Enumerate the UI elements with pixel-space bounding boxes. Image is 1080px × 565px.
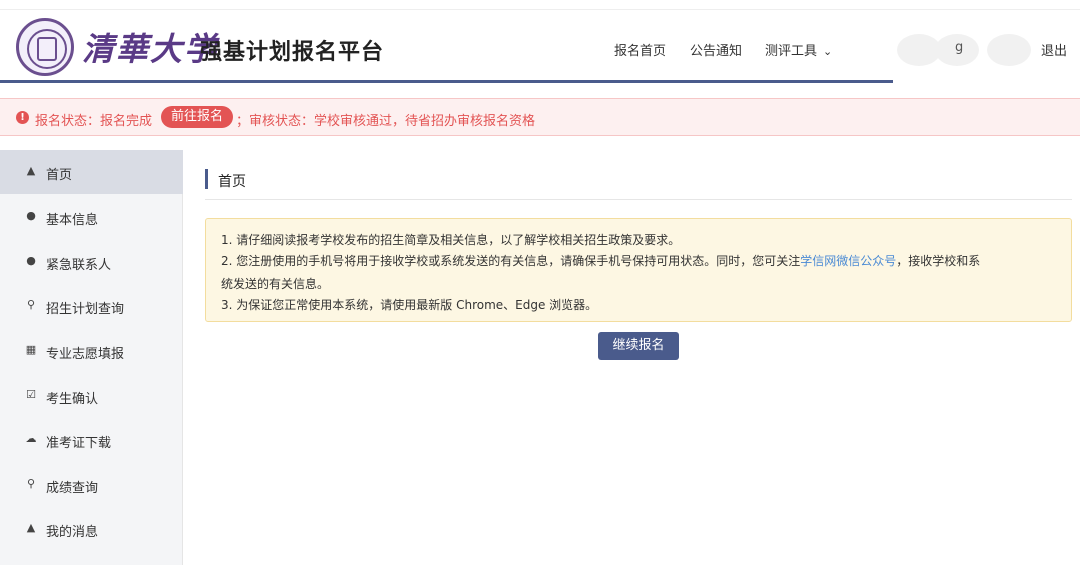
review-status: ；审核状态：学校审核通过，待省招办审核报名资格 xyxy=(236,114,536,129)
nav-notice[interactable]: 公告通知 xyxy=(690,40,742,59)
notice-line-4: 3. 为保证您正常使用本系统，请使用最新版 Chrome、Edge 浏览器。 xyxy=(221,298,598,312)
user-info-redacted xyxy=(895,28,1035,72)
sidebar-item-basic-info[interactable]: ● 基本信息 xyxy=(0,195,183,239)
logout-link[interactable]: 退出 xyxy=(1041,40,1067,59)
header-divider xyxy=(0,80,893,83)
university-name: 清華大学 xyxy=(82,30,219,68)
nav-tools-label: 测评工具 xyxy=(765,44,818,59)
cloud-download-icon: ☁ xyxy=(25,432,37,445)
sidebar-item-major-preference[interactable]: ▦ 专业志愿填报 xyxy=(0,329,183,373)
sidebar-item-label: 成绩查询 xyxy=(46,481,99,496)
section-accent xyxy=(205,169,208,189)
form-icon: ▦ xyxy=(25,343,37,356)
page-title: 首页 xyxy=(218,174,246,190)
sidebar-item-my-messages[interactable]: ▲ 我的消息 xyxy=(0,507,183,551)
redaction-blob xyxy=(987,34,1031,66)
sidebar-item-home[interactable]: ▲ 首页 xyxy=(0,150,183,194)
notice-line-3: 统发送的有关信息。 xyxy=(221,277,330,291)
check-icon: ☑ xyxy=(26,388,36,401)
sidebar-item-score-query[interactable]: ⚲ 成绩查询 xyxy=(0,463,183,507)
go-register-button[interactable]: 前往报名 xyxy=(161,106,234,128)
sidebar-item-label: 专业志愿填报 xyxy=(46,347,125,362)
header: 清華大学 强基计划报名平台 报名首页 公告通知 测评工具 ⌄ g 退出 xyxy=(0,0,1080,84)
sidebar-item-label: 准考证下载 xyxy=(46,436,112,451)
platform-title: 强基计划报名平台 xyxy=(200,40,385,65)
sidebar-item-admission-ticket[interactable]: ☁ 准考证下载 xyxy=(0,418,183,462)
chevron-down-icon: ⌄ xyxy=(823,45,833,58)
user-icon: ● xyxy=(26,254,36,267)
registration-status: 报名状态：报名完成 xyxy=(35,114,153,129)
notice-line-2: 2. 您注册使用的手机号将用于接收学校或系统发送的有关信息，请确保手机号保持可用… xyxy=(221,252,980,269)
sidebar-item-emergency-contact[interactable]: ● 紧急联系人 xyxy=(0,240,183,284)
top-divider xyxy=(0,0,1080,10)
user-name[interactable]: g xyxy=(955,40,963,55)
search-icon: ⚲ xyxy=(26,298,36,311)
sidebar: ▲ 首页 ● 基本信息 ● 紧急联系人 ⚲ 招生计划查询 ▦ 专业志愿填报 ☑ … xyxy=(0,150,183,565)
sidebar-item-label: 紧急联系人 xyxy=(46,258,112,273)
user-icon: ● xyxy=(26,209,36,222)
search-icon: ⚲ xyxy=(26,477,36,490)
notice-line-2-text: 2. 您注册使用的手机号将用于接收学校或系统发送的有关信息，请确保手机号保持可用… xyxy=(221,254,801,268)
sidebar-item-label: 基本信息 xyxy=(46,213,99,228)
status-bar: ! 报名状态：报名完成 前往报名 ；审核状态：学校审核通过，待省招办审核报名资格 xyxy=(0,98,1080,136)
section-divider xyxy=(205,199,1072,200)
notice-box: 1. 请仔细阅读报考学校发布的招生简章及相关信息，以了解学校相关招生政策及要求。… xyxy=(205,218,1072,322)
home-icon: ▲ xyxy=(26,164,36,177)
sidebar-item-enrollment-plan[interactable]: ⚲ 招生计划查询 xyxy=(0,284,183,328)
sidebar-item-label: 首页 xyxy=(46,168,73,183)
university-logo[interactable] xyxy=(16,18,74,76)
nav-home[interactable]: 报名首页 xyxy=(614,40,666,59)
notice-line-2-tail: ，接收学校和系 xyxy=(896,254,981,268)
continue-register-button[interactable]: 继续报名 xyxy=(598,332,679,360)
alert-icon: ! xyxy=(16,111,29,124)
sidebar-item-candidate-confirm[interactable]: ☑ 考生确认 xyxy=(0,374,183,418)
xuexin-wechat-link[interactable]: 学信网微信公众号 xyxy=(800,254,896,268)
nav-tools[interactable]: 测评工具 ⌄ xyxy=(765,40,832,59)
sidebar-item-label: 考生确认 xyxy=(46,392,99,407)
bell-icon: ▲ xyxy=(26,521,36,534)
notice-line-1: 1. 请仔细阅读报考学校发布的招生简章及相关信息，以了解学校相关招生政策及要求。 xyxy=(221,233,681,247)
sidebar-item-label: 我的消息 xyxy=(46,525,99,540)
sidebar-item-label: 招生计划查询 xyxy=(46,302,125,317)
